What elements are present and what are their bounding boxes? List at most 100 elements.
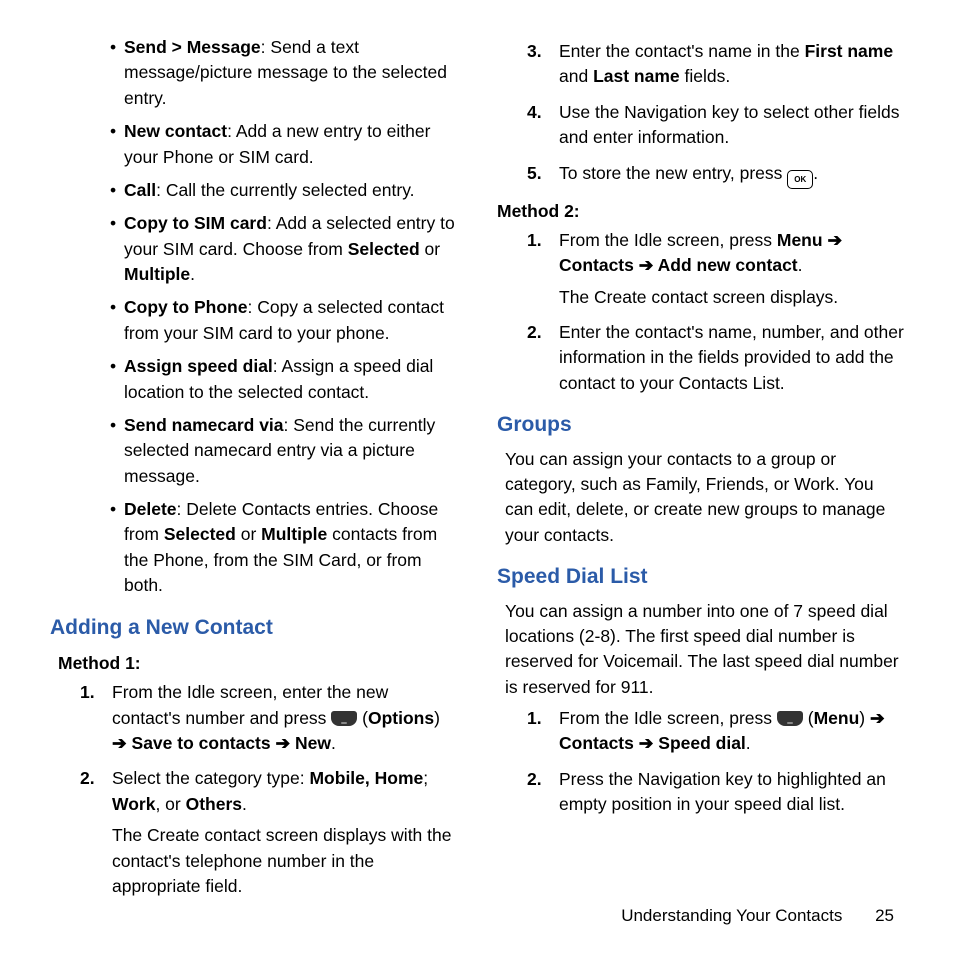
t: Others xyxy=(186,794,242,814)
t: To store the new entry, press xyxy=(559,163,787,183)
softkey-icon xyxy=(331,711,357,726)
t: Save to contacts xyxy=(132,733,271,753)
t: Menu xyxy=(777,230,823,250)
list-item: Copy to SIM card: Add a selected entry t… xyxy=(124,211,457,287)
t: Speed dial xyxy=(658,733,746,753)
step-item: 2. Enter the contact's name, number, and… xyxy=(559,320,904,396)
list-item: New contact: Add a new entry to either y… xyxy=(124,119,457,170)
t: From the Idle screen, press xyxy=(559,708,777,728)
footer-section-title: Understanding Your Contacts xyxy=(621,906,842,925)
t: ) xyxy=(434,708,440,728)
t: . xyxy=(746,733,751,753)
t: . xyxy=(190,264,195,284)
t: Enter the contact's name, number, and ot… xyxy=(559,322,904,393)
t: Enter the contact's name in the xyxy=(559,41,805,61)
step-item: 2. Select the category type: Mobile, Hom… xyxy=(112,766,457,899)
t: Contacts xyxy=(559,255,634,275)
t: Add new contact xyxy=(658,255,798,275)
arrow-icon: ➔ xyxy=(271,733,295,753)
page: Send > Message: Send a text message/pict… xyxy=(0,0,954,954)
list-item: Call: Call the currently selected entry. xyxy=(124,178,457,203)
step-item: 3. Enter the contact's name in the First… xyxy=(559,39,904,90)
speed-dial-steps: 1. From the Idle screen, press (Menu) ➔ … xyxy=(497,706,904,818)
step-item: 4. Use the Navigation key to select othe… xyxy=(559,100,904,151)
step-item: 1. From the Idle screen, enter the new c… xyxy=(112,680,457,756)
t: Selected xyxy=(348,239,420,259)
list-item: Copy to Phone: Copy a selected contact f… xyxy=(124,295,457,346)
t: Multiple xyxy=(124,264,190,284)
t: ) xyxy=(859,708,870,728)
step-item: 5. To store the new entry, press OK. xyxy=(559,161,904,189)
term: Send namecard via xyxy=(124,415,284,435)
method1-steps: 1. From the Idle screen, enter the new c… xyxy=(50,680,457,899)
arrow-icon: ➔ xyxy=(634,255,658,275)
heading-speed-dial: Speed Dial List xyxy=(497,562,904,592)
content-columns: Send > Message: Send a text message/pict… xyxy=(50,35,904,875)
step-number: 1. xyxy=(527,228,542,253)
step-number: 4. xyxy=(527,100,542,125)
t: ( xyxy=(357,708,368,728)
step-number: 5. xyxy=(527,161,542,186)
term: Copy to SIM card xyxy=(124,213,267,233)
page-number: 25 xyxy=(875,906,894,926)
t: . xyxy=(331,733,336,753)
page-footer: Understanding Your Contacts 25 xyxy=(621,906,894,926)
t: or xyxy=(236,524,261,544)
t: Options xyxy=(368,708,434,728)
t: . xyxy=(798,255,803,275)
t: First name xyxy=(805,41,894,61)
t: and xyxy=(559,66,593,86)
t: ( xyxy=(803,708,814,728)
t: Selected xyxy=(164,524,236,544)
t: , or xyxy=(155,794,185,814)
ok-button-icon: OK xyxy=(787,170,813,189)
t: Press the Navigation key to highlighted … xyxy=(559,769,886,814)
t: Menu xyxy=(814,708,860,728)
step-continuation: The Create contact screen displays with … xyxy=(112,823,457,899)
t: Multiple xyxy=(261,524,327,544)
t: New xyxy=(295,733,331,753)
heading-adding-contact: Adding a New Contact xyxy=(50,613,457,643)
step-number: 2. xyxy=(527,320,542,345)
step-item: 1. From the Idle screen, press (Menu) ➔ … xyxy=(559,706,904,757)
step-continuation: The Create contact screen displays. xyxy=(559,285,904,310)
t: ; xyxy=(423,768,428,788)
options-list: Send > Message: Send a text message/pict… xyxy=(50,35,457,599)
method2-steps: 1. From the Idle screen, press Menu ➔ Co… xyxy=(497,228,904,396)
left-column: Send > Message: Send a text message/pict… xyxy=(50,35,457,875)
arrow-icon: ➔ xyxy=(823,230,843,250)
softkey-icon xyxy=(777,711,803,726)
list-item: Send > Message: Send a text message/pict… xyxy=(124,35,457,111)
term: New contact xyxy=(124,121,227,141)
method-2-label: Method 2: xyxy=(497,199,904,224)
term: Copy to Phone xyxy=(124,297,247,317)
desc: : Call the currently selected entry. xyxy=(156,180,414,200)
t: fields. xyxy=(680,66,731,86)
list-item: Delete: Delete Contacts entries. Choose … xyxy=(124,497,457,599)
t: Use the Navigation key to select other f… xyxy=(559,102,899,147)
arrow-icon: ➔ xyxy=(634,733,658,753)
t: . xyxy=(242,794,247,814)
step-number: 2. xyxy=(527,767,542,792)
arrow-icon: ➔ xyxy=(112,733,132,753)
step-number: 1. xyxy=(80,680,95,705)
t: Mobile, Home xyxy=(309,768,423,788)
list-item: Send namecard via: Send the currently se… xyxy=(124,413,457,489)
groups-paragraph: You can assign your contacts to a group … xyxy=(505,447,904,549)
right-column: 3. Enter the contact's name in the First… xyxy=(497,35,904,875)
t: Work xyxy=(112,794,155,814)
t: Contacts xyxy=(559,733,634,753)
step-item: 2. Press the Navigation key to highlight… xyxy=(559,767,904,818)
t: Last name xyxy=(593,66,680,86)
t: From the Idle screen, press xyxy=(559,230,777,250)
step-item: 1. From the Idle screen, press Menu ➔ Co… xyxy=(559,228,904,310)
term: Delete xyxy=(124,499,177,519)
step-number: 3. xyxy=(527,39,542,64)
step-number: 1. xyxy=(527,706,542,731)
method-1-label: Method 1: xyxy=(58,651,457,676)
t: . xyxy=(813,163,818,183)
t: or xyxy=(420,239,440,259)
list-item: Assign speed dial: Assign a speed dial l… xyxy=(124,354,457,405)
t: Select the category type: xyxy=(112,768,309,788)
heading-groups: Groups xyxy=(497,410,904,440)
